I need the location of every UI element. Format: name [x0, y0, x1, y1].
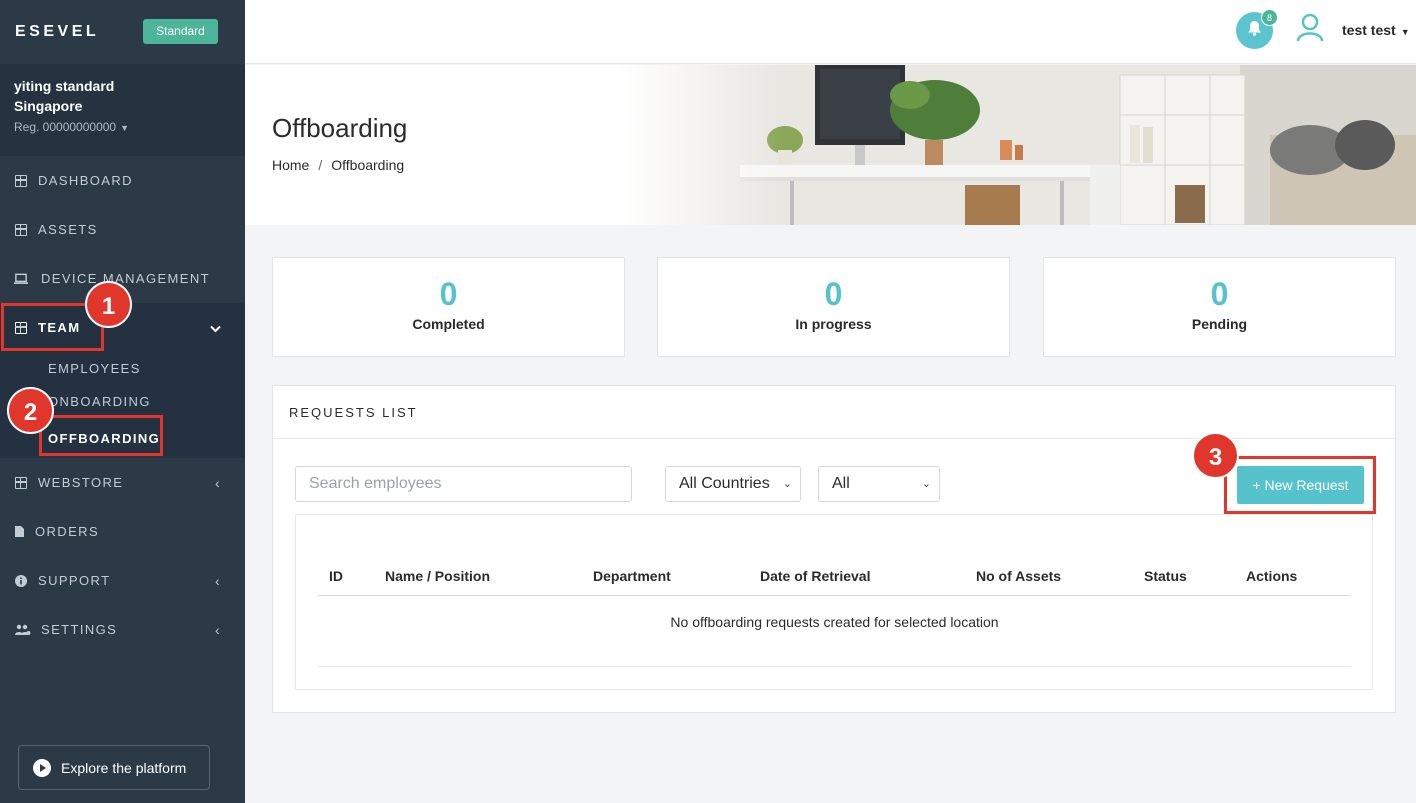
chevron-left-icon: ‹	[214, 474, 221, 491]
top-bar: 8 test test ▼	[245, 0, 1416, 64]
sidebar-item-label: WEBSTORE	[38, 475, 124, 490]
stat-label: In progress	[795, 316, 872, 332]
country-filter-select[interactable]: All Countries ⌄	[665, 466, 801, 502]
user-icon[interactable]	[1295, 12, 1325, 42]
column-header-department[interactable]: Department	[593, 568, 671, 584]
stat-card-in-progress: 0 In progress	[657, 257, 1010, 357]
stat-card-completed: 0 Completed	[272, 257, 625, 357]
sidebar-subitem-employees[interactable]: EMPLOYEES	[0, 352, 245, 385]
column-header-actions[interactable]: Actions	[1246, 568, 1297, 584]
sidebar-item-orders[interactable]: ORDERS	[0, 507, 245, 556]
annotation-box-offboarding	[39, 415, 163, 456]
play-icon	[33, 758, 51, 777]
breadcrumb-separator: /	[318, 157, 323, 173]
office-illustration	[620, 65, 1416, 225]
chevron-left-icon: ‹	[214, 621, 221, 638]
column-header-status[interactable]: Status	[1144, 568, 1187, 584]
laptop-icon	[14, 272, 28, 286]
sidebar-item-settings[interactable]: SETTINGS ‹	[0, 605, 245, 654]
country-filter-value: All Countries	[679, 475, 770, 492]
sidebar-item-label: SUPPORT	[38, 573, 111, 588]
sidebar-item-assets[interactable]: ASSETS	[0, 205, 245, 254]
stat-label: Completed	[412, 316, 485, 332]
esevel-logo[interactable]: ESEVEL	[15, 23, 99, 41]
sidebar-item-label: SETTINGS	[41, 622, 118, 637]
column-header-id[interactable]: ID	[329, 568, 343, 584]
sidebar-item-label: ASSETS	[38, 222, 98, 237]
users-cog-icon	[14, 623, 31, 637]
bell-icon	[1247, 20, 1262, 41]
grid-icon	[14, 174, 28, 188]
explore-label: Explore the platform	[61, 759, 187, 776]
org-registration: Reg. 00000000000 ▼	[14, 120, 231, 134]
stat-value: 0	[824, 276, 843, 312]
page-title: Offboarding	[272, 113, 408, 143]
file-icon	[14, 525, 24, 539]
caret-down-icon: ▼	[1400, 27, 1410, 37]
column-header-date-of-retrieval[interactable]: Date of Retrieval	[760, 568, 870, 584]
org-reg-text: Reg. 00000000000	[14, 120, 117, 134]
empty-table-message: No offboarding requests created for sele…	[318, 596, 1351, 667]
user-menu[interactable]: test test ▼	[1342, 22, 1410, 38]
stat-value: 0	[1210, 276, 1229, 312]
grid-icon	[14, 223, 28, 237]
annotation-marker-1: 1	[85, 281, 132, 328]
table-header: ID Name / Position Department Date of Re…	[318, 560, 1351, 596]
breadcrumb-current: Offboarding	[331, 157, 405, 173]
explore-platform-button[interactable]: Explore the platform	[18, 745, 210, 790]
org-name-line2: Singapore	[14, 98, 83, 114]
sidebar-item-support[interactable]: SUPPORT ‹	[0, 556, 245, 605]
grid-icon	[14, 476, 28, 490]
user-name-text: test test	[1342, 22, 1396, 38]
notification-count-badge: 8	[1261, 9, 1278, 26]
annotation-marker-3: 3	[1192, 432, 1239, 479]
plan-badge: Standard	[143, 19, 218, 44]
annotation-marker-2: 2	[7, 387, 54, 434]
brand-bar: ESEVEL Standard	[0, 0, 245, 64]
chevron-left-icon: ‹	[214, 572, 221, 589]
sidebar-item-webstore[interactable]: WEBSTORE ‹	[0, 458, 245, 507]
breadcrumb: Home / Offboarding	[272, 157, 404, 173]
requests-panel: REQUESTS LIST All Countries ⌄ All ⌄ + Ne…	[272, 385, 1396, 713]
organization-switcher[interactable]: yiting standard Singapore Reg. 000000000…	[0, 64, 245, 156]
sidebar-item-dashboard[interactable]: DASHBOARD	[0, 156, 245, 205]
requests-list-title: REQUESTS LIST	[273, 386, 1395, 439]
breadcrumb-home[interactable]: Home	[272, 157, 309, 173]
chevron-updown-icon: ⌄	[782, 478, 792, 490]
info-icon	[14, 574, 28, 588]
chevron-updown-icon: ⌄	[921, 478, 931, 490]
page-header: Offboarding Home / Offboarding	[245, 65, 1416, 225]
search-employees-input[interactable]	[295, 466, 632, 502]
status-filter-select[interactable]: All ⌄	[818, 466, 940, 502]
column-header-no-of-assets[interactable]: No of Assets	[976, 568, 1061, 584]
stat-label: Pending	[1191, 316, 1248, 332]
sidebar-item-label: DEVICE MANAGEMENT	[41, 271, 210, 286]
org-name-line1: yiting standard	[14, 78, 115, 94]
chevron-down-icon	[210, 320, 221, 336]
caret-down-icon: ▼	[120, 123, 130, 133]
requests-table: ID Name / Position Department Date of Re…	[295, 514, 1373, 690]
status-filter-value: All	[832, 475, 850, 492]
annotation-box-new-request	[1224, 456, 1376, 514]
stat-card-pending: 0 Pending	[1043, 257, 1396, 357]
sidebar-item-label: ORDERS	[35, 524, 100, 539]
column-header-name-position[interactable]: Name / Position	[385, 568, 490, 584]
sidebar-item-label: DASHBOARD	[38, 173, 133, 188]
stat-value: 0	[439, 276, 458, 312]
